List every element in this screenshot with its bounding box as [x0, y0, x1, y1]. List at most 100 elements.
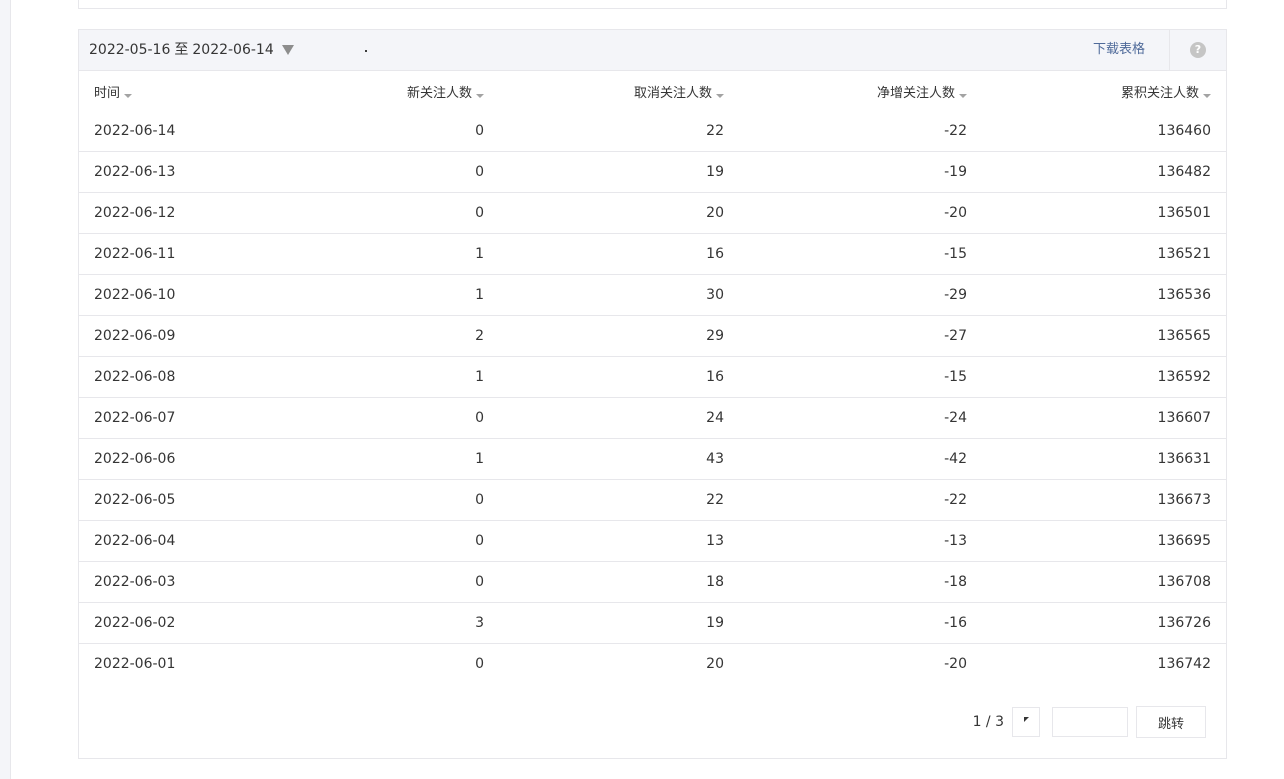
cell-net: -29 [739, 274, 982, 316]
table-row: 2022-06-11 1 16 -15 136521 [79, 233, 1226, 275]
cell-total: 136521 [982, 233, 1226, 275]
cell-new: 0 [329, 479, 499, 521]
cell-net: -20 [739, 643, 982, 684]
cell-net: -24 [739, 397, 982, 439]
date-start: 2022-05-16 [89, 42, 171, 58]
table-header-row: 时间 新关注人数 取消关注人数 净增关注人数 累积关注人数 [79, 71, 1226, 111]
cell-new: 3 [329, 602, 499, 644]
cell-cancel: 18 [499, 561, 739, 603]
cell-total: 136460 [1157, 123, 1211, 139]
cell-net: -20 [739, 192, 982, 234]
page-info: 1 / 3 [972, 714, 1004, 730]
cell-cancel: 22 [499, 479, 739, 521]
cell-total: 136631 [982, 438, 1226, 480]
cell-total: 136536 [982, 274, 1226, 316]
table-row: 2022-06-08 1 16 -15 136592 [79, 356, 1226, 398]
pagination: 1 / 3 跳转 [973, 706, 1206, 738]
cell-new: 1 [329, 438, 499, 480]
cell-new: 0 [475, 123, 484, 139]
cell-new: 1 [329, 274, 499, 316]
cell-new: 0 [329, 397, 499, 439]
cell-date: 2022-06-09 [79, 315, 329, 357]
cell-cancel: 30 [499, 274, 739, 316]
sort-caret-icon[interactable] [716, 93, 724, 98]
table-row: 2022-06-12 0 20 -20 136501 [79, 192, 1226, 234]
cell-new: 0 [329, 643, 499, 684]
cell-date: 2022-06-10 [79, 274, 329, 316]
table-row: 2022-06-03 0 18 -18 136708 [79, 561, 1226, 603]
cell-net: -42 [739, 438, 982, 480]
cell-net: -16 [739, 602, 982, 644]
followers-table: 时间 新关注人数 取消关注人数 净增关注人数 累积关注人数 2022-06-14… [79, 71, 1226, 684]
cell-total: 136501 [982, 192, 1226, 234]
cell-total: 136673 [982, 479, 1226, 521]
cell-net: -15 [739, 356, 982, 398]
cell-net: -18 [739, 561, 982, 603]
cell-date: 2022-06-11 [79, 233, 329, 275]
cell-cancel: 19 [499, 151, 739, 193]
col-header-new-followers[interactable]: 新关注人数 [329, 71, 499, 111]
sort-caret-icon[interactable] [476, 93, 484, 98]
cell-date: 2022-06-07 [79, 397, 329, 439]
next-page-button[interactable] [1012, 707, 1040, 737]
cell-net: -15 [739, 233, 982, 275]
table-row: 2022-06-02 3 19 -16 136726 [79, 602, 1226, 644]
cell-total: 136726 [982, 602, 1226, 644]
caret-down-icon[interactable] [281, 45, 294, 55]
cell-date: 2022-06-06 [79, 438, 329, 480]
col-header-net-followers[interactable]: 净增关注人数 [739, 71, 982, 111]
cell-new: 2 [329, 315, 499, 357]
table-row: 2022-06-06 1 43 -42 136631 [79, 438, 1226, 480]
jump-button[interactable]: 跳转 [1136, 706, 1206, 738]
cell-cancel: 24 [499, 397, 739, 439]
help-box[interactable]: ? [1169, 30, 1226, 70]
cell-date: 2022-06-14 [94, 123, 176, 139]
sort-caret-icon[interactable] [1203, 93, 1211, 98]
page-left-gutter [0, 0, 11, 779]
col-header-time[interactable]: 时间 [79, 71, 329, 111]
cell-cancel: 20 [499, 192, 739, 234]
cell-total: 136695 [982, 520, 1226, 562]
cell-date: 2022-06-03 [79, 561, 329, 603]
cell-net: -13 [739, 520, 982, 562]
cell-new: 0 [329, 561, 499, 603]
table-row: 2022-06-14 0 22 -22 136460 [79, 111, 1226, 152]
sort-caret-icon[interactable] [959, 93, 967, 98]
help-icon[interactable]: ? [1190, 42, 1206, 58]
cell-total: 136607 [982, 397, 1226, 439]
cell-date: 2022-06-01 [79, 643, 329, 684]
col-header-total-followers[interactable]: 累积关注人数 [982, 71, 1226, 111]
cell-cancel: 16 [499, 356, 739, 398]
cell-net: -22 [944, 123, 967, 139]
date-end: 2022-06-14 [192, 42, 274, 58]
table-row: 2022-06-13 0 19 -19 136482 [79, 151, 1226, 193]
cell-date: 2022-06-12 [79, 192, 329, 234]
cell-cancel: 16 [499, 233, 739, 275]
cell-net: -22 [739, 479, 982, 521]
page-number-input[interactable] [1052, 707, 1128, 737]
download-table-link[interactable]: 下载表格 [1093, 30, 1145, 70]
cell-total: 136565 [982, 315, 1226, 357]
cell-new: 0 [329, 520, 499, 562]
table-row: 2022-06-09 2 29 -27 136565 [79, 315, 1226, 357]
cell-total: 136482 [982, 151, 1226, 193]
cell-cancel: 22 [706, 123, 724, 139]
cell-net: -27 [739, 315, 982, 357]
table-row: 2022-06-10 1 30 -29 136536 [79, 274, 1226, 316]
sort-caret-icon[interactable] [124, 93, 133, 98]
table-row: 2022-06-01 0 20 -20 136742 [79, 643, 1226, 684]
table-row: 2022-06-04 0 13 -13 136695 [79, 520, 1226, 562]
table-row: 2022-06-07 0 24 -24 136607 [79, 397, 1226, 439]
cell-new: 0 [329, 192, 499, 234]
cell-date: 2022-06-13 [79, 151, 329, 193]
next-page-icon [1024, 717, 1029, 722]
cell-cancel: 43 [499, 438, 739, 480]
data-table-panel: 2022-05-16 至 2022-06-14 下载表格 ? 时间 新关注人数 … [78, 29, 1227, 759]
cell-cancel: 20 [499, 643, 739, 684]
cell-total: 136742 [982, 643, 1226, 684]
cell-date: 2022-06-05 [79, 479, 329, 521]
col-header-unfollowers[interactable]: 取消关注人数 [499, 71, 739, 111]
cell-new: 1 [329, 356, 499, 398]
table-row: 2022-06-05 0 22 -22 136673 [79, 479, 1226, 521]
date-range-selector[interactable]: 2022-05-16 至 2022-06-14 [89, 30, 294, 70]
